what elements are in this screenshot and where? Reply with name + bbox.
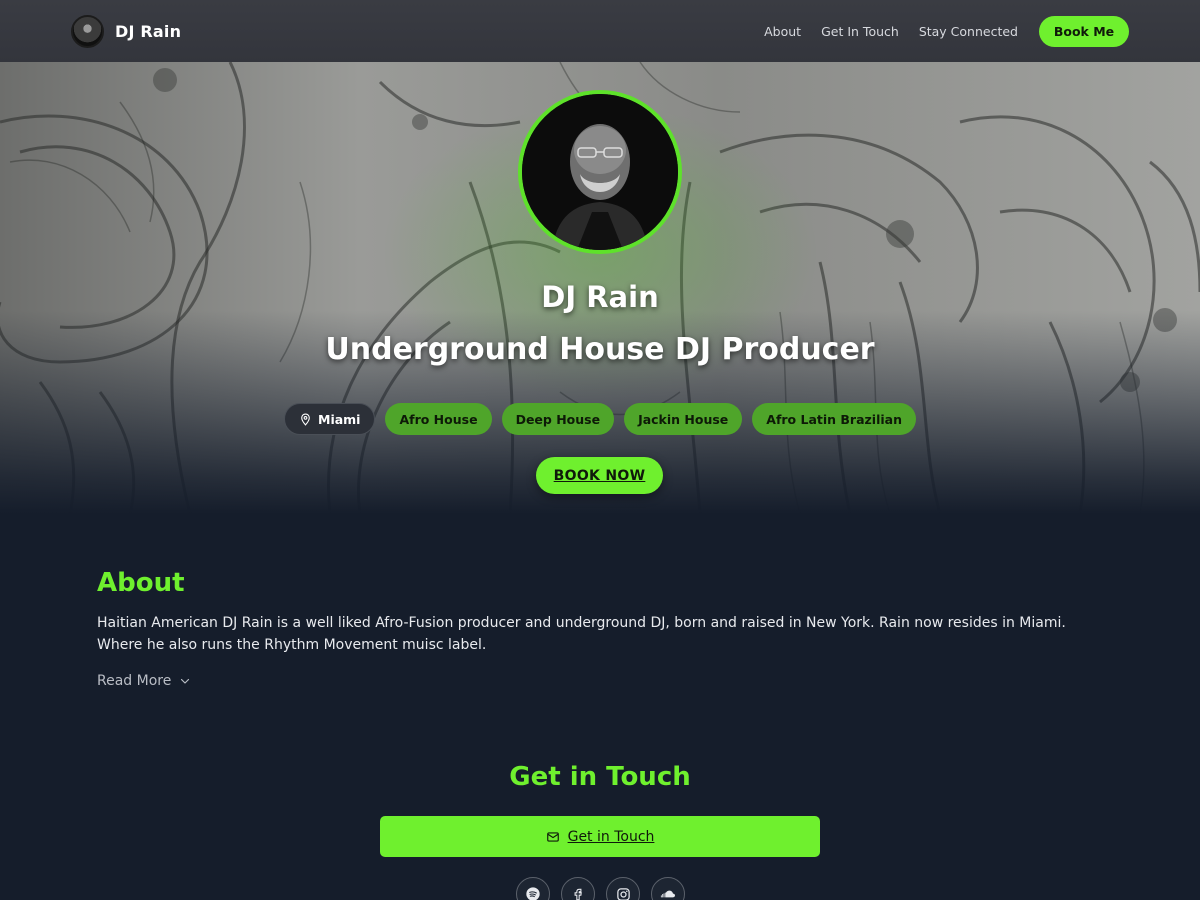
genre-tag: Deep House xyxy=(501,403,615,435)
main-nav: About Get In Touch Stay Connected Book M… xyxy=(744,15,1129,47)
instagram-link[interactable] xyxy=(606,877,640,900)
location-label: Miami xyxy=(318,411,361,427)
get-in-touch-heading: Get in Touch xyxy=(509,762,691,792)
genre-tag: Jackin House xyxy=(624,403,743,435)
hero-artist-name: DJ Rain xyxy=(541,280,659,314)
book-me-button[interactable]: Book Me xyxy=(1039,15,1129,47)
spotify-link[interactable] xyxy=(516,877,550,900)
read-more-toggle[interactable]: Read More xyxy=(97,673,1097,689)
get-in-touch-button[interactable]: Get in Touch xyxy=(380,816,820,857)
soundcloud-icon xyxy=(660,890,675,898)
facebook-link[interactable] xyxy=(561,877,595,900)
profile-photo-image xyxy=(522,94,678,250)
top-navbar: DJ Rain About Get In Touch Stay Connecte… xyxy=(0,0,1200,62)
brand-name: DJ Rain xyxy=(115,21,182,41)
about-heading: About xyxy=(97,568,185,598)
about-section: About Haitian American DJ Rain is a well… xyxy=(97,568,1097,689)
book-now-button[interactable]: BOOK NOW xyxy=(536,457,663,494)
hero-section: DJ Rain Underground House DJ Producer Mi… xyxy=(0,62,1200,514)
instagram-icon xyxy=(616,887,630,900)
genre-tag: Afro Latin Brazilian xyxy=(752,403,916,435)
tag-list: Miami Afro House Deep House Jackin House… xyxy=(0,403,1200,435)
brand-avatar xyxy=(71,14,104,48)
social-links xyxy=(516,877,685,900)
read-more-label: Read More xyxy=(97,673,172,689)
get-in-touch-button-label: Get in Touch xyxy=(567,828,655,845)
facebook-icon xyxy=(574,888,582,900)
chevron-down-icon xyxy=(181,678,190,684)
map-pin-icon xyxy=(301,413,310,426)
about-text: Haitian American DJ Rain is a well liked… xyxy=(97,615,1066,653)
mail-icon xyxy=(546,831,559,842)
nav-about-link[interactable]: About xyxy=(764,24,801,39)
soundcloud-link[interactable] xyxy=(651,877,685,900)
profile-photo xyxy=(518,90,682,254)
genre-tag: Afro House xyxy=(385,403,492,435)
spotify-icon xyxy=(526,887,540,900)
location-tag: Miami xyxy=(284,403,376,435)
nav-get-in-touch-link[interactable]: Get In Touch xyxy=(821,24,899,39)
hero-subtitle: Underground House DJ Producer xyxy=(325,332,875,367)
brand[interactable]: DJ Rain xyxy=(71,14,182,48)
nav-stay-connected-link[interactable]: Stay Connected xyxy=(919,24,1018,39)
